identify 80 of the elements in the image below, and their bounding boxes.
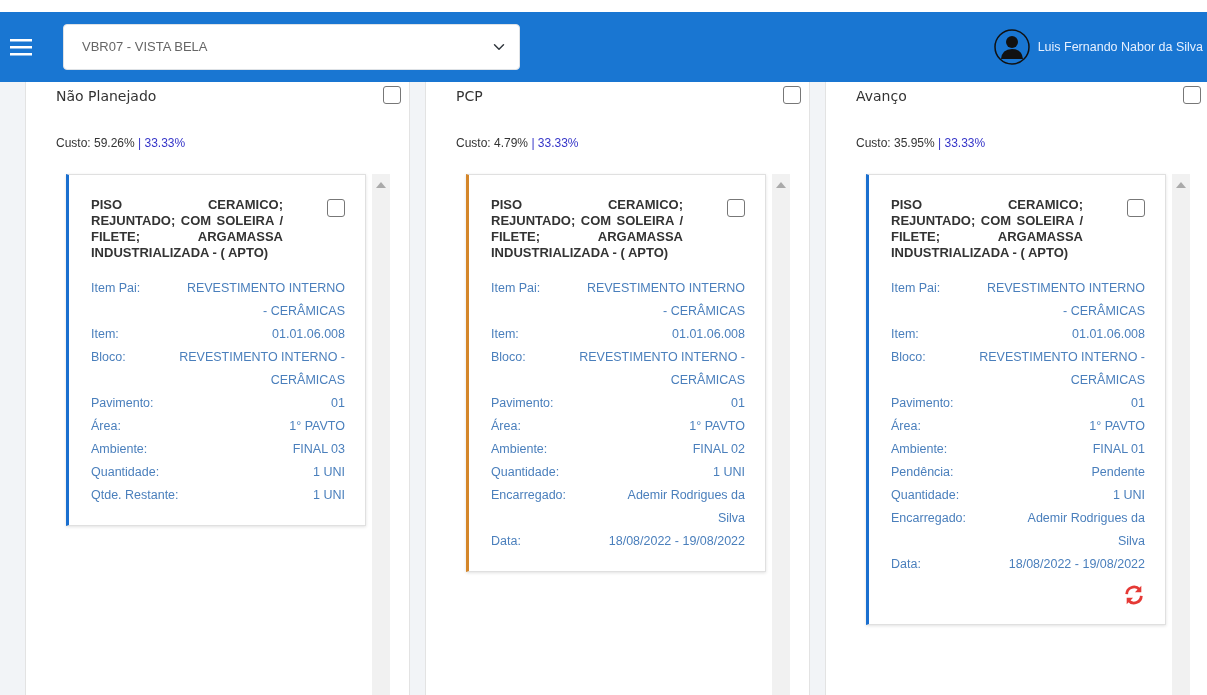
card-title: PISO CERAMICO; REJUNTADO; COM SOLEIRA / FILETE; ARGAMASSA INDUSTRIALIZADA - ( APTO) bbox=[91, 197, 283, 261]
scrollbar[interactable] bbox=[372, 174, 390, 695]
field-value: REVESTIMENTO INTERNO - CERÂMICAS bbox=[185, 280, 345, 320]
field-value: 1 UNI bbox=[312, 487, 345, 504]
field-value: 18/08/2022 - 19/08/2022 bbox=[607, 533, 745, 550]
field-label: Ambiente: bbox=[891, 441, 948, 458]
field-value: FINAL 03 bbox=[291, 441, 345, 458]
field-label: Ambiente: bbox=[491, 441, 548, 458]
field-value: Pendente bbox=[1090, 464, 1145, 481]
cost-text: Custo: 59.26% bbox=[56, 136, 135, 150]
scrollbar[interactable] bbox=[1172, 174, 1190, 695]
share-text: | 33.33% bbox=[531, 136, 579, 150]
cost-text: Custo: 4.79% bbox=[456, 136, 529, 150]
field-label: Quantidade: bbox=[91, 464, 160, 481]
user-avatar-icon[interactable] bbox=[993, 29, 1030, 65]
field-value: 18/08/2022 - 19/08/2022 bbox=[1007, 556, 1145, 573]
field-label: Data: bbox=[891, 556, 921, 573]
field-value: 01 bbox=[330, 395, 345, 412]
column-title: Não Planejado bbox=[56, 87, 157, 106]
field-value: 1 UNI bbox=[312, 464, 345, 481]
column-title: Avanço bbox=[856, 87, 907, 106]
card-title: PISO CERAMICO; REJUNTADO; COM SOLEIRA / FILETE; ARGAMASSA INDUSTRIALIZADA - ( APTO) bbox=[891, 197, 1083, 261]
checkbox[interactable] bbox=[327, 199, 345, 217]
field-label: Área: bbox=[891, 417, 921, 435]
checkbox[interactable] bbox=[1127, 199, 1145, 217]
share-text: | 33.33% bbox=[938, 136, 986, 150]
field-label: Quantidade: bbox=[491, 464, 560, 481]
project-select[interactable]: VBR07 - VISTA BELA bbox=[63, 24, 520, 70]
field-value: 1 UNI bbox=[1112, 487, 1145, 504]
field-label: Bloco: bbox=[891, 349, 926, 366]
field-label: Área: bbox=[491, 417, 521, 435]
field-label: Item Pai: bbox=[91, 280, 141, 297]
field-label: Pavimento: bbox=[891, 395, 954, 412]
field-value: REVESTIMENTO INTERNO - CERÂMICAS bbox=[978, 349, 1145, 389]
field-value: 1° PAVTO bbox=[288, 418, 345, 435]
field-label: Bloco: bbox=[91, 349, 126, 366]
checkbox[interactable] bbox=[783, 86, 801, 104]
field-value: 1° PAVTO bbox=[1088, 418, 1145, 435]
user-name: Luis Fernando Nabor da Silva bbox=[1037, 38, 1203, 56]
refresh-icon[interactable] bbox=[1123, 584, 1145, 606]
field-label: Pavimento: bbox=[91, 395, 154, 412]
card-title: PISO CERAMICO; REJUNTADO; COM SOLEIRA / FILETE; ARGAMASSA INDUSTRIALIZADA - ( APTO) bbox=[491, 197, 683, 261]
field-label: Quantidade: bbox=[891, 487, 960, 504]
scrollbar[interactable] bbox=[772, 174, 790, 695]
checkbox[interactable] bbox=[727, 199, 745, 217]
field-value: FINAL 01 bbox=[1091, 441, 1145, 458]
field-value: 1° PAVTO bbox=[688, 418, 745, 435]
field-value: Ademir Rodrigues da Silva bbox=[1026, 510, 1145, 550]
menu-icon[interactable] bbox=[10, 38, 32, 56]
field-value: Ademir Rodrigues da Silva bbox=[626, 487, 745, 527]
field-label: Item Pai: bbox=[891, 280, 941, 297]
field-label: Pavimento: bbox=[491, 395, 554, 412]
field-label: Pendência: bbox=[891, 464, 954, 481]
field-value: 01.01.06.008 bbox=[1071, 326, 1145, 343]
field-value: 01 bbox=[730, 395, 745, 412]
field-value: 01.01.06.008 bbox=[671, 326, 745, 343]
column-title: PCP bbox=[456, 87, 483, 106]
field-label: Ambiente: bbox=[91, 441, 148, 458]
field-label: Qtde. Restante: bbox=[91, 487, 179, 504]
field-value: REVESTIMENTO INTERNO - CERÂMICAS bbox=[578, 349, 745, 389]
field-value: REVESTIMENTO INTERNO - CERÂMICAS bbox=[178, 349, 345, 389]
field-label: Item: bbox=[891, 326, 919, 343]
field-value: FINAL 02 bbox=[691, 441, 745, 458]
field-value: REVESTIMENTO INTERNO - CERÂMICAS bbox=[585, 280, 745, 320]
field-value: 1 UNI bbox=[712, 464, 745, 481]
field-label: Item Pai: bbox=[491, 280, 541, 297]
cost-text: Custo: 35.95% bbox=[856, 136, 935, 150]
field-value: 01 bbox=[1130, 395, 1145, 412]
field-value: REVESTIMENTO INTERNO - CERÂMICAS bbox=[985, 280, 1145, 320]
field-value: 01.01.06.008 bbox=[271, 326, 345, 343]
field-label: Área: bbox=[91, 417, 121, 435]
field-label: Bloco: bbox=[491, 349, 526, 366]
field-label: Encarregado: bbox=[891, 510, 967, 527]
checkbox[interactable] bbox=[1183, 86, 1201, 104]
share-text: | 33.33% bbox=[138, 136, 186, 150]
checkbox[interactable] bbox=[383, 86, 401, 104]
field-label: Data: bbox=[491, 533, 521, 550]
field-label: Encarregado: bbox=[491, 487, 567, 504]
field-label: Item: bbox=[91, 326, 119, 343]
field-label: Item: bbox=[491, 326, 519, 343]
